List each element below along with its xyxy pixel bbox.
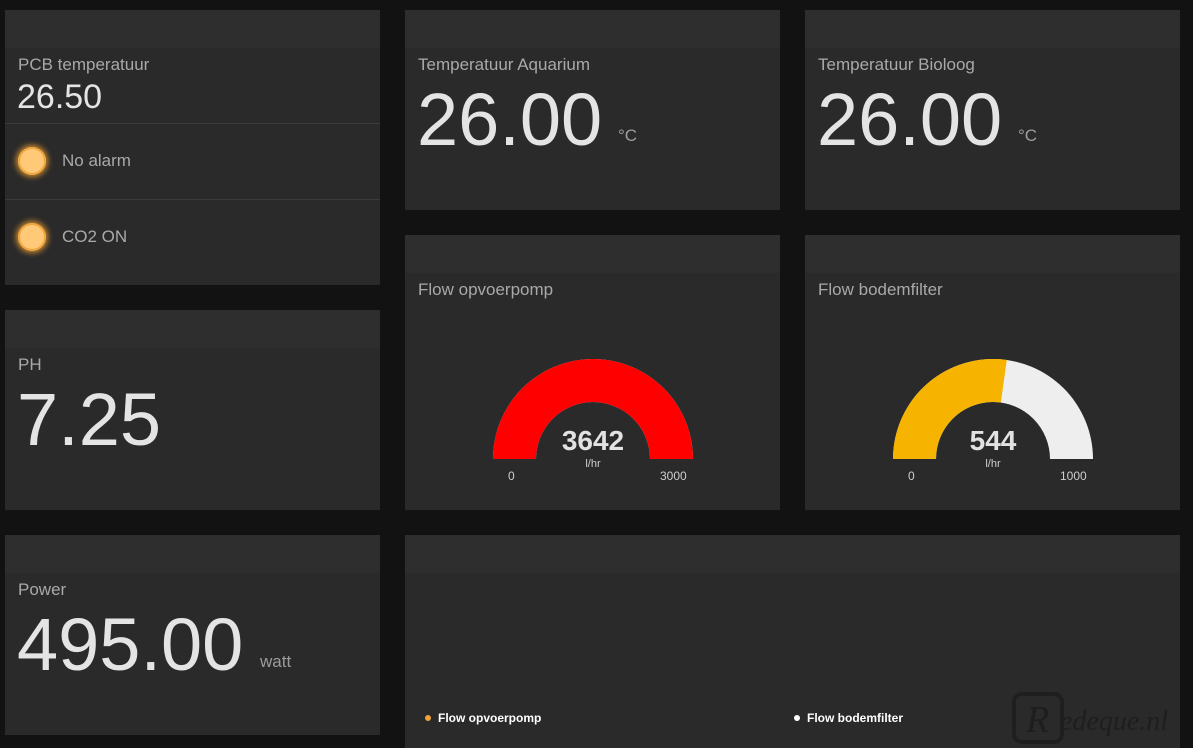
legend-dot-icon — [425, 715, 431, 721]
divider — [5, 199, 380, 200]
svg-text:edeque.nl: edeque.nl — [1060, 706, 1168, 737]
flow-opvoerpomp-panel: Flow opvoerpomp 3642 l/hr 0 3000 — [405, 235, 780, 510]
power-unit: watt — [260, 652, 292, 671]
watermark-logo: R edeque.nl — [1012, 692, 1168, 744]
panel-header-band — [405, 535, 1180, 573]
pcb-panel: PCB temperatuur 26.50 No alarm CO2 ON — [5, 10, 380, 285]
gauge-max-label: 1000 — [1060, 469, 1087, 483]
alarm-led-icon — [18, 147, 46, 175]
power-title: Power — [18, 580, 67, 599]
panel-header-band — [805, 10, 1180, 48]
panel-header-band — [5, 310, 380, 348]
temp-aquarium-unit: °C — [618, 126, 638, 145]
temp-bioloog-panel: Temperatuur Bioloog 26.00 °C — [805, 10, 1180, 210]
temp-bioloog-unit: °C — [1018, 126, 1038, 145]
ph-title: PH — [18, 355, 42, 374]
flow-opvoerpomp-value: 3642 — [561, 425, 625, 456]
temp-aquarium-panel: Temperatuur Aquarium 26.00 °C — [405, 10, 780, 210]
co2-label: CO2 ON — [62, 227, 128, 246]
gauge-max-label: 3000 — [660, 469, 687, 483]
alarm-label: No alarm — [62, 151, 131, 170]
temp-aquarium-title: Temperatuur Aquarium — [418, 55, 590, 74]
temp-bioloog-value: 26.00 — [817, 78, 1003, 161]
gauge-min-label: 0 — [508, 469, 515, 483]
ph-value: 7.25 — [17, 378, 162, 461]
pcb-value: 26.50 — [17, 78, 103, 116]
legend-dot-icon — [794, 715, 800, 721]
panel-header-band — [405, 10, 780, 48]
ph-panel: PH 7.25 — [5, 310, 380, 510]
legend-item-flow-opvoerpomp[interactable]: Flow opvoerpomp — [425, 711, 541, 725]
power-value: 495.00 — [17, 603, 244, 686]
flow-bodemfilter-value: 544 — [969, 425, 1017, 456]
legend-item-flow-bodemfilter[interactable]: Flow bodemfilter — [794, 711, 903, 725]
legend-label: Flow opvoerpomp — [438, 711, 542, 725]
temp-bioloog-title: Temperatuur Bioloog — [818, 55, 975, 74]
gauge-min-label: 0 — [908, 469, 915, 483]
panel-header-band — [5, 535, 380, 573]
divider — [5, 123, 380, 124]
legend-label: Flow bodemfilter — [807, 711, 903, 725]
pcb-title: PCB temperatuur — [18, 55, 150, 74]
power-panel: Power 495.00 watt — [5, 535, 380, 735]
panel-header-band — [5, 10, 380, 48]
flow-bodemfilter-panel: Flow bodemfilter 544 l/hr 0 1000 — [805, 235, 1180, 510]
temp-aquarium-value: 26.00 — [417, 78, 603, 161]
svg-text:R: R — [1025, 699, 1049, 741]
co2-led-icon — [18, 223, 46, 251]
